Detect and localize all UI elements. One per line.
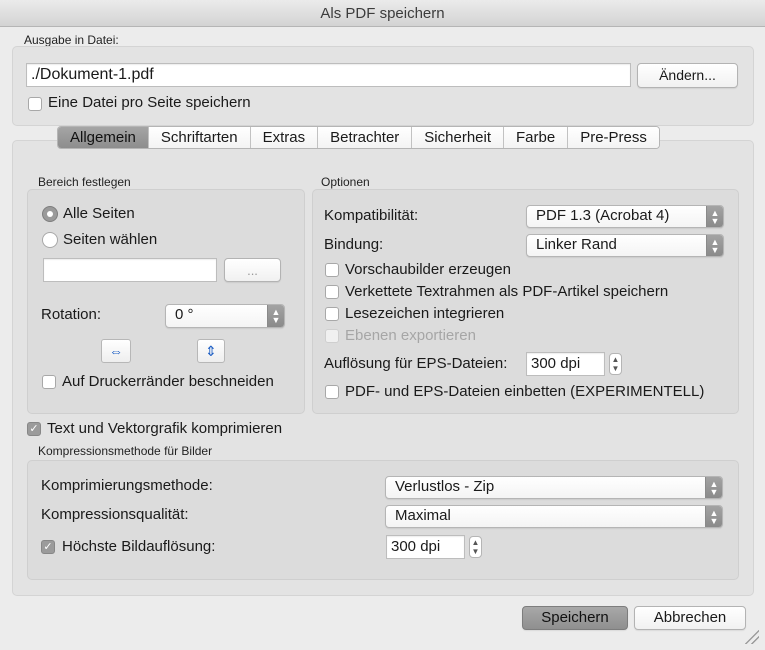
max-res-checkbox[interactable]: ✓ [41, 540, 55, 554]
updown-arrows-icon: ▲ ▼ [705, 506, 722, 527]
tab-farbe[interactable]: Farbe [504, 127, 569, 148]
embed-label: PDF- und EPS-Dateien einbetten (EXPERIME… [345, 383, 705, 400]
articles-checkbox[interactable] [325, 285, 339, 299]
method-select[interactable]: Verlustlos - Zip ▲ ▼ [385, 476, 723, 499]
compat-label: Kompatibilität: [324, 207, 419, 224]
image-compression-title: Kompressionsmethode für Bilder [38, 444, 213, 458]
one-file-per-page-checkbox[interactable] [28, 97, 42, 111]
quality-value: Maximal [395, 507, 451, 524]
eps-res-input[interactable]: 300 dpi [526, 352, 605, 376]
cancel-button[interactable]: Abbrechen [634, 606, 746, 630]
method-value: Verlustlos - Zip [395, 478, 495, 495]
tab-allgemein[interactable]: Allgemein [58, 127, 149, 148]
choose-pages-radio[interactable] [42, 232, 58, 248]
compat-value: PDF 1.3 (Acrobat 4) [536, 207, 670, 224]
max-res-stepper[interactable]: ▲ ▼ [469, 536, 482, 558]
output-file-field[interactable]: ./Dokument-1.pdf [26, 63, 631, 87]
method-label: Komprimierungsmethode: [41, 477, 213, 494]
save-as-pdf-dialog: Als PDF speichern Ausgabe in Datei: ./Do… [0, 0, 765, 650]
choose-pages-label: Seiten wählen [63, 231, 158, 248]
max-res-input[interactable]: 300 dpi [386, 535, 465, 559]
eps-res-label: Auflösung für EPS-Dateien: [324, 355, 508, 372]
eps-res-stepper[interactable]: ▲ ▼ [609, 353, 622, 375]
compat-select[interactable]: PDF 1.3 (Acrobat 4) ▲ ▼ [526, 205, 724, 228]
tab-extras[interactable]: Extras [250, 127, 319, 148]
browse-pages-button[interactable]: ... [224, 258, 281, 282]
quality-label: Kompressionsqualität: [41, 506, 189, 523]
compress-text-vector-label: Text und Vektorgrafik komprimieren [47, 420, 283, 437]
tab-schriftarten[interactable]: Schriftarten [148, 127, 251, 148]
bookmarks-checkbox[interactable] [325, 307, 339, 321]
updown-arrows-icon: ▲ ▼ [267, 305, 284, 327]
binding-value: Linker Rand [536, 236, 617, 253]
one-file-per-page-label: Eine Datei pro Seite speichern [48, 94, 251, 111]
binding-select[interactable]: Linker Rand ▲ ▼ [526, 234, 724, 257]
compress-text-vector-checkbox[interactable]: ✓ [27, 422, 41, 436]
all-pages-radio[interactable] [42, 206, 58, 222]
thumbnails-checkbox[interactable] [325, 263, 339, 277]
flip-horizontal-icon[interactable]: ⇔ [101, 339, 131, 363]
embed-checkbox[interactable] [325, 385, 339, 399]
options-title: Optionen [321, 175, 370, 189]
updown-arrows-icon: ▲ ▼ [706, 206, 723, 227]
window-title: Als PDF speichern [0, 0, 765, 27]
tab-betrachter[interactable]: Betrachter [318, 127, 413, 148]
binding-label: Bindung: [324, 236, 384, 253]
tab-pre-press[interactable]: Pre-Press [568, 127, 659, 148]
change-button[interactable]: Ändern... [637, 63, 738, 88]
all-pages-label: Alle Seiten [63, 205, 135, 222]
output-label: Ausgabe in Datei: [24, 33, 119, 47]
articles-label: Verkettete Textrahmen als PDF-Artikel sp… [345, 283, 669, 300]
crop-checkbox[interactable] [42, 375, 56, 389]
save-button[interactable]: Speichern [522, 606, 628, 630]
layers-label: Ebenen exportieren [345, 327, 476, 344]
resize-grip-icon[interactable] [745, 630, 759, 644]
tab-sicherheit[interactable]: Sicherheit [412, 127, 504, 148]
bookmarks-label: Lesezeichen integrieren [345, 305, 505, 322]
rotation-value: 0 ° [175, 306, 194, 323]
tab-bar: Allgemein Schriftarten Extras Betrachter… [57, 126, 660, 149]
rotation-select[interactable]: 0 ° ▲ ▼ [165, 304, 285, 328]
crop-label: Auf Druckerränder beschneiden [62, 373, 274, 390]
max-res-label: Höchste Bildauflösung: [62, 538, 216, 555]
range-title: Bereich festlegen [38, 175, 131, 189]
layers-checkbox [325, 329, 339, 343]
rotation-label: Rotation: [41, 306, 102, 323]
pages-input[interactable] [43, 258, 217, 282]
updown-arrows-icon: ▲ ▼ [705, 477, 722, 498]
updown-arrows-icon: ▲ ▼ [706, 235, 723, 256]
quality-select[interactable]: Maximal ▲ ▼ [385, 505, 723, 528]
thumbnails-label: Vorschaubilder erzeugen [345, 261, 511, 278]
flip-vertical-icon[interactable]: ⇕ [197, 339, 225, 363]
